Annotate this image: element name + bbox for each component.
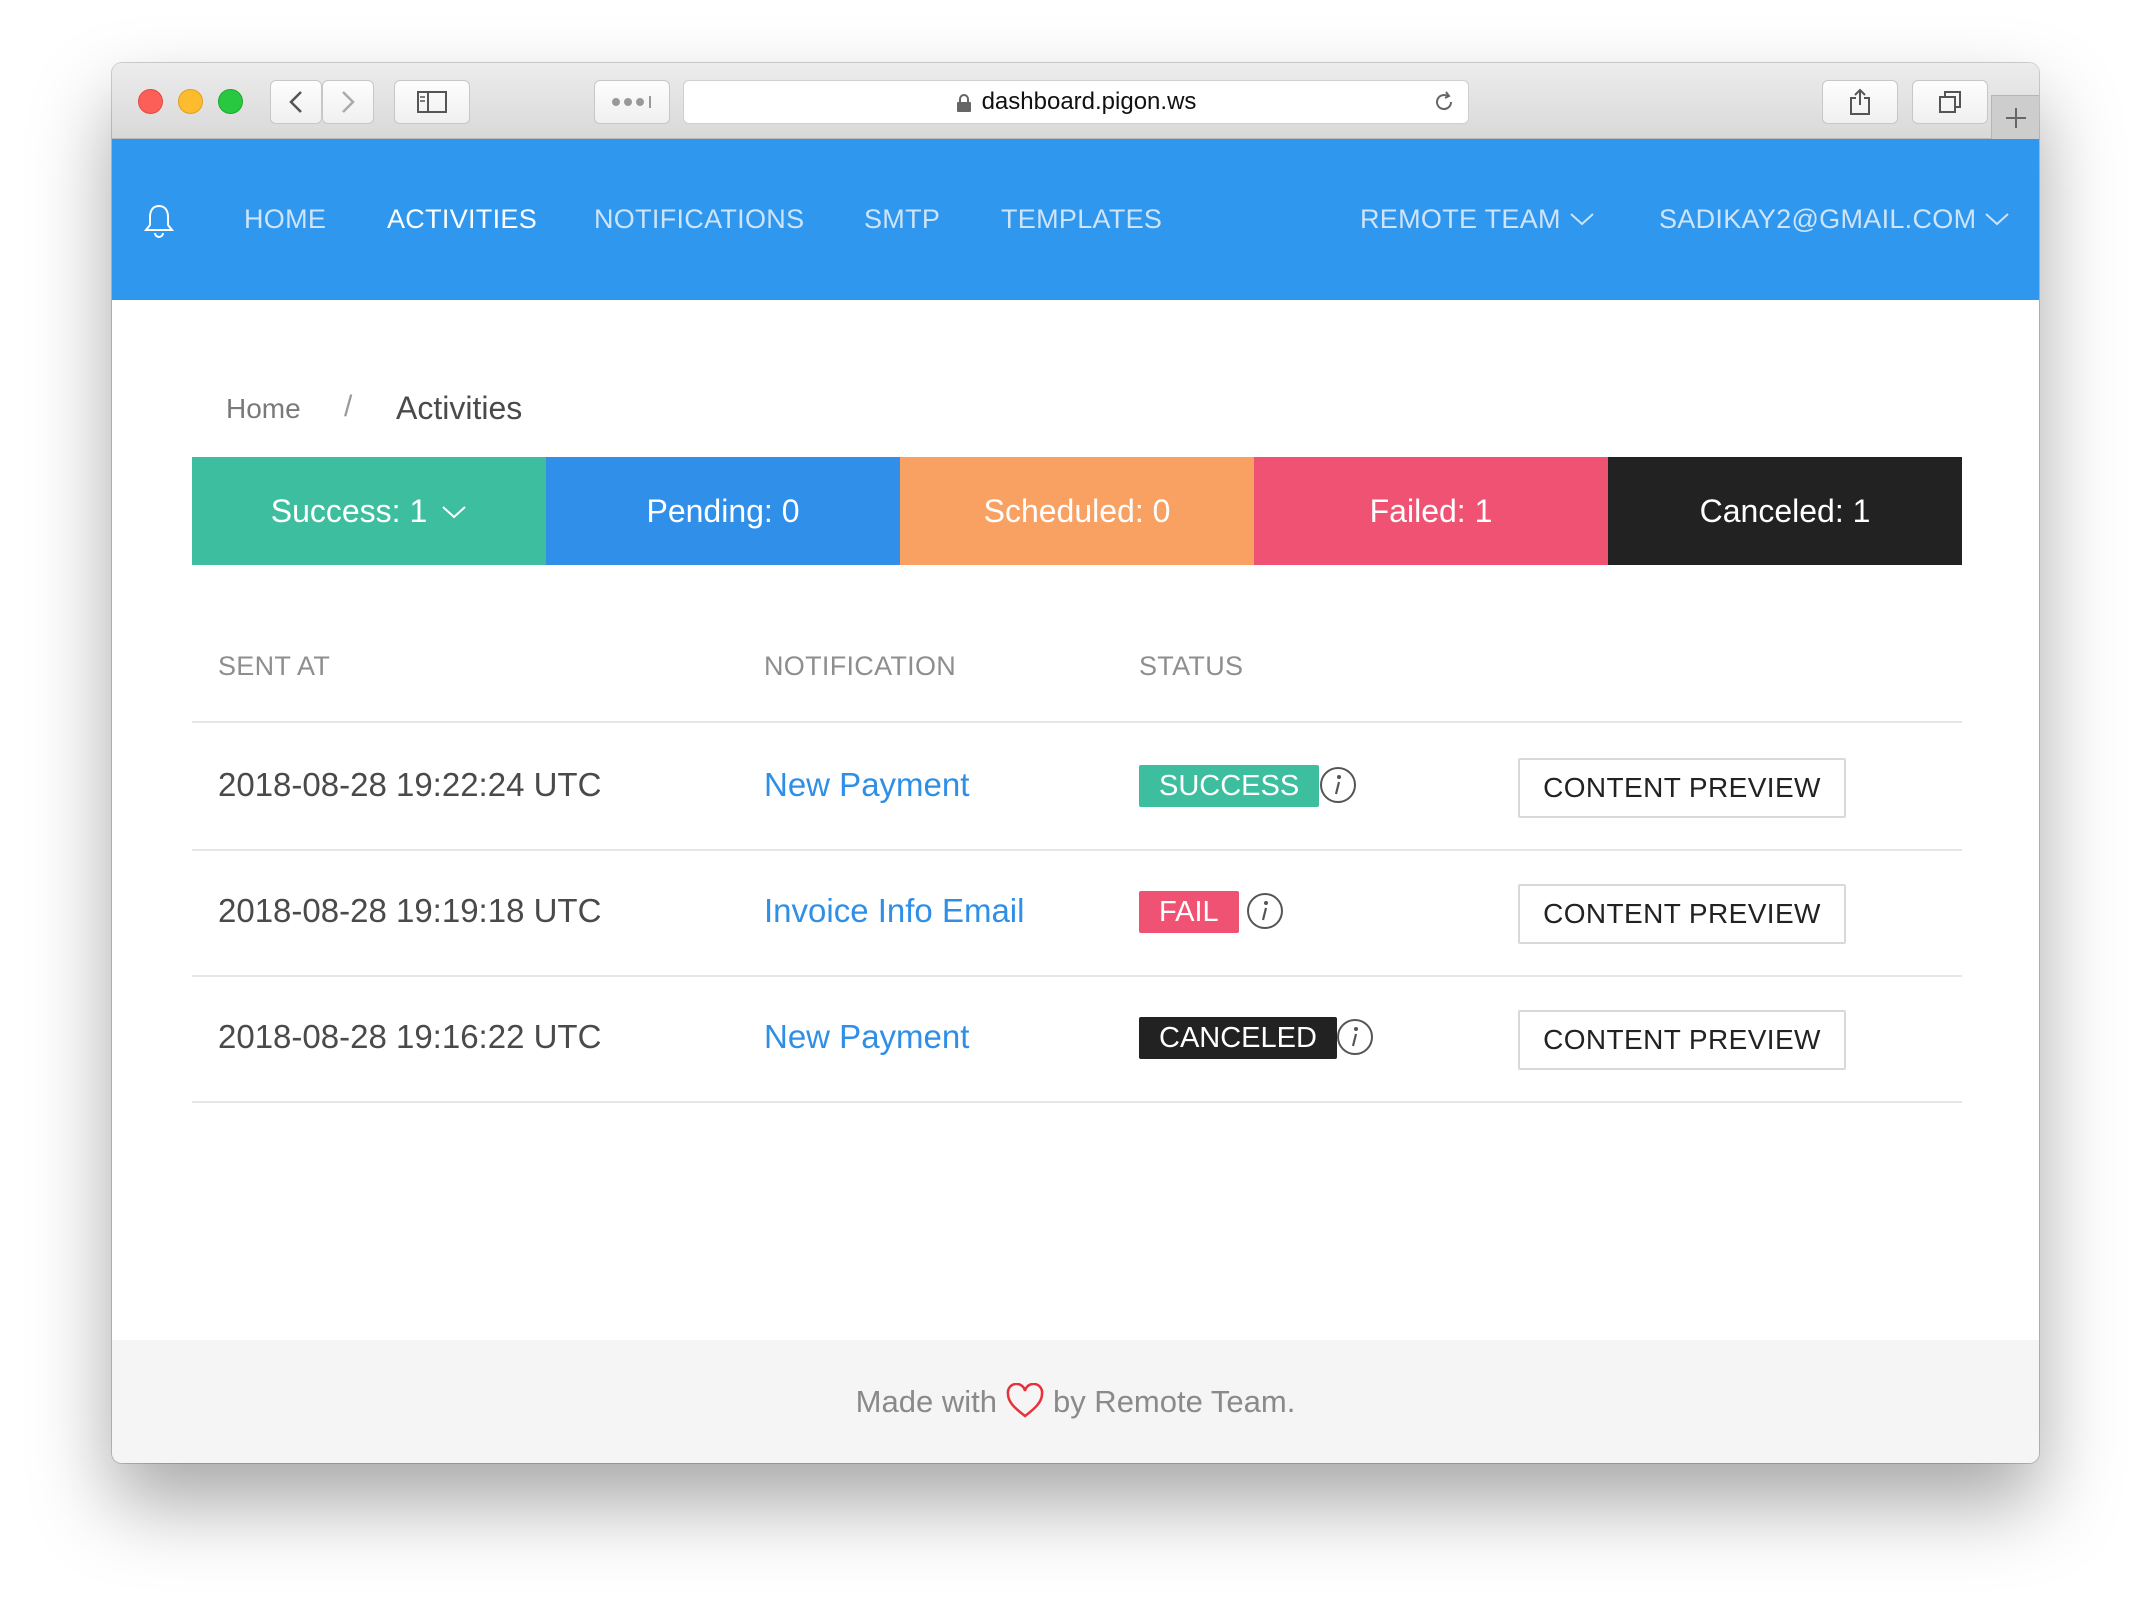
extensions-button[interactable] xyxy=(594,80,670,124)
heart-icon xyxy=(1006,1382,1044,1418)
back-button[interactable] xyxy=(270,80,322,124)
footer: Made with by Remote Team. xyxy=(112,1340,2039,1463)
team-menu[interactable]: REMOTE TEAM xyxy=(1360,139,1595,300)
status-badge: FAIL xyxy=(1139,891,1239,933)
user-menu-label: SADIKAY2@GMAIL.COM xyxy=(1659,204,1977,234)
tab-pending[interactable]: Pending: 0 xyxy=(546,457,900,565)
tab-canceled[interactable]: Canceled: 1 xyxy=(1608,457,1962,565)
close-window-button[interactable] xyxy=(138,89,163,114)
header-status: STATUS xyxy=(1139,651,1244,681)
info-icon[interactable] xyxy=(1245,891,1285,931)
extensions-icon xyxy=(612,96,651,108)
content-preview-button[interactable]: CONTENT PREVIEW xyxy=(1518,884,1846,944)
sidebar-icon xyxy=(417,91,447,113)
header-notification: NOTIFICATION xyxy=(764,651,957,681)
chevron-down-icon xyxy=(1570,213,1594,226)
sent-at-cell: 2018-08-28 19:22:24 UTC xyxy=(218,766,602,803)
browser-window: dashboard.pigon.ws HOME ACTIVITIES NOTIF… xyxy=(112,63,2039,1463)
notification-link[interactable]: New Payment xyxy=(764,766,969,804)
reload-icon[interactable] xyxy=(1432,90,1456,114)
info-icon[interactable] xyxy=(1318,765,1358,805)
show-tabs-button[interactable] xyxy=(1912,80,1988,124)
breadcrumb-separator: / xyxy=(344,390,353,423)
lock-icon xyxy=(956,93,971,112)
notification-link[interactable]: Invoice Info Email xyxy=(764,892,1024,930)
bell-icon[interactable] xyxy=(144,203,174,239)
header-sent-at: SENT AT xyxy=(218,651,331,681)
tab-success[interactable]: Success: 1 xyxy=(192,457,546,565)
info-icon[interactable] xyxy=(1335,1017,1375,1057)
nav-notifications[interactable]: NOTIFICATIONS xyxy=(594,139,804,300)
footer-prefix: Made with xyxy=(855,1384,997,1419)
breadcrumb-current: Activities xyxy=(396,390,523,426)
nav-activities[interactable]: ACTIVITIES xyxy=(387,139,537,300)
team-menu-label: REMOTE TEAM xyxy=(1360,204,1561,234)
table-row: 2018-08-28 19:22:24 UTC New Payment SUCC… xyxy=(192,725,1962,851)
forward-icon xyxy=(342,91,355,113)
tab-success-label: Success: 1 xyxy=(270,493,428,529)
chevron-down-icon xyxy=(1985,213,2010,226)
nav-smtp[interactable]: SMTP xyxy=(864,139,940,300)
status-tabs: Success: 1 Pending: 0 Scheduled: 0 Faile… xyxy=(192,457,1962,565)
sent-at-cell: 2018-08-28 19:19:18 UTC xyxy=(218,892,602,929)
nav-templates[interactable]: TEMPLATES xyxy=(1001,139,1162,300)
user-menu[interactable]: SADIKAY2@GMAIL.COM xyxy=(1659,139,2010,300)
share-icon xyxy=(1850,88,1870,115)
tab-scheduled[interactable]: Scheduled: 0 xyxy=(900,457,1254,565)
content-preview-button[interactable]: CONTENT PREVIEW xyxy=(1518,758,1846,818)
address-url: dashboard.pigon.ws xyxy=(981,88,1197,115)
table-header: SENT AT NOTIFICATION STATUS xyxy=(192,643,1962,723)
table-row: 2018-08-28 19:19:18 UTC Invoice Info Ema… xyxy=(192,851,1962,977)
nav-home[interactable]: HOME xyxy=(244,139,326,300)
sent-at-cell: 2018-08-28 19:16:22 UTC xyxy=(218,1018,602,1055)
zoom-window-button[interactable] xyxy=(218,89,243,114)
new-tab-icon xyxy=(2006,108,2026,128)
footer-suffix: by Remote Team. xyxy=(1052,1384,1296,1419)
notification-link[interactable]: New Payment xyxy=(764,1018,969,1056)
browser-titlebar: dashboard.pigon.ws xyxy=(112,63,2039,139)
status-badge: SUCCESS xyxy=(1139,765,1320,807)
back-icon xyxy=(289,91,302,113)
sidebar-toggle-button[interactable] xyxy=(394,80,470,124)
tabs-icon xyxy=(1939,91,1961,113)
top-navbar: HOME ACTIVITIES NOTIFICATIONS SMTP TEMPL… xyxy=(112,139,2039,300)
tab-failed[interactable]: Failed: 1 xyxy=(1254,457,1608,565)
table-row: 2018-08-28 19:16:22 UTC New Payment CANC… xyxy=(192,977,1962,1103)
minimize-window-button[interactable] xyxy=(178,89,203,114)
new-tab-button[interactable] xyxy=(1991,95,2039,139)
share-button[interactable] xyxy=(1822,80,1898,124)
address-bar[interactable]: dashboard.pigon.ws xyxy=(683,80,1469,124)
status-badge: CANCELED xyxy=(1139,1017,1337,1059)
chevron-down-icon xyxy=(442,505,466,518)
breadcrumb-home[interactable]: Home xyxy=(226,393,301,425)
forward-button[interactable] xyxy=(322,80,374,124)
content-preview-button[interactable]: CONTENT PREVIEW xyxy=(1518,1010,1846,1070)
